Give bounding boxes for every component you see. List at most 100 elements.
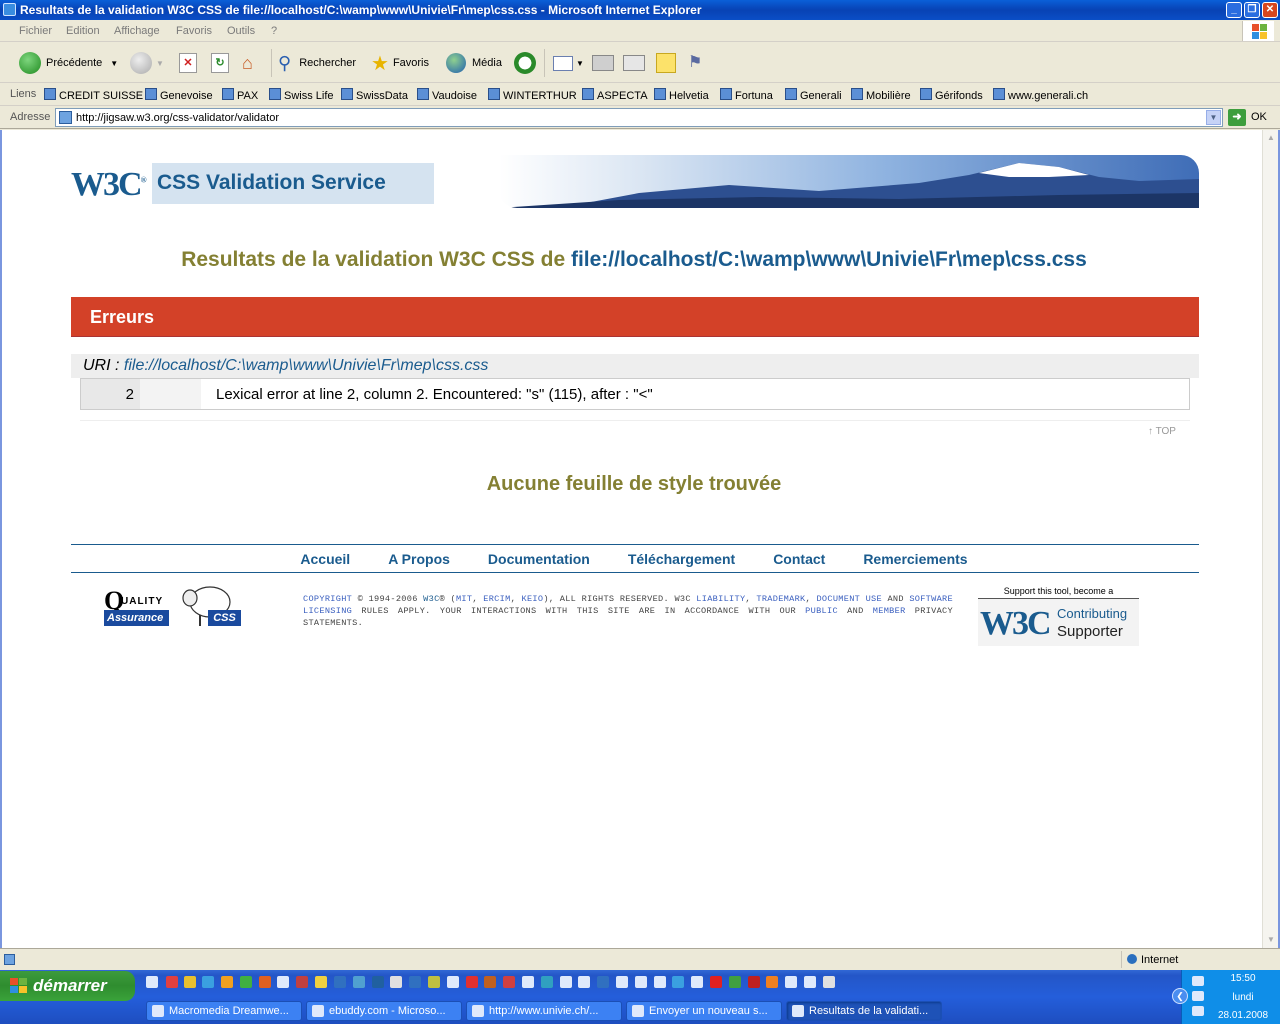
quick-launch-icon[interactable] (672, 976, 684, 988)
link-credit-suisse[interactable]: CREDIT SUISSE (44, 88, 143, 102)
scroll-down-icon[interactable]: ▼ (1264, 933, 1278, 947)
quick-launch-icon[interactable] (522, 976, 534, 988)
quick-launch-icon[interactable] (710, 976, 722, 988)
quick-launch-icon[interactable] (466, 976, 478, 988)
tray-icon[interactable] (1192, 1006, 1204, 1016)
nav-remerciements[interactable]: Remerciements (863, 551, 967, 567)
quick-launch-icon[interactable] (823, 976, 835, 988)
search-button[interactable]: ⚲ Rechercher (278, 49, 356, 77)
quick-launch-icon[interactable] (184, 976, 196, 988)
address-field[interactable]: ▼ (55, 108, 1223, 127)
link-aspecta[interactable]: ASPECTA (582, 88, 648, 102)
top-link[interactable]: ↑ TOP (1148, 426, 1176, 437)
nav-contact[interactable]: Contact (773, 551, 825, 567)
address-input[interactable] (76, 110, 1196, 125)
close-button[interactable]: ✕ (1262, 2, 1278, 18)
link-mobiliere[interactable]: Mobilière (851, 88, 911, 102)
mail-dropdown-icon[interactable]: ▼ (576, 59, 584, 68)
tray-icon[interactable] (1192, 976, 1204, 986)
home-button[interactable]: ⌂ (242, 49, 264, 77)
document-use-link[interactable]: DOCUMENT USE (816, 594, 882, 604)
quick-launch-icon[interactable] (428, 976, 440, 988)
favorites-button[interactable]: ★ Favoris (371, 49, 429, 77)
nav-telechargement[interactable]: Téléchargement (628, 551, 735, 567)
quick-launch-icon[interactable] (353, 976, 365, 988)
mail-button[interactable]: ▼ (553, 49, 584, 77)
start-button[interactable]: démarrer (0, 971, 135, 1001)
task-ebuddy[interactable]: ebuddy.com - Microso... (306, 1001, 462, 1021)
w3c-logo[interactable]: W3C® (71, 166, 147, 204)
link-helvetia[interactable]: Helvetia (654, 88, 709, 102)
go-arrow-icon[interactable]: ➜ (1228, 109, 1246, 126)
member-link[interactable]: MEMBER (873, 606, 906, 616)
link-gerifonds[interactable]: Gérifonds (920, 88, 983, 102)
liability-link[interactable]: LIABILITY (696, 594, 745, 604)
quick-launch-icon[interactable] (259, 976, 271, 988)
quick-launch-icon[interactable] (635, 976, 647, 988)
scroll-up-icon[interactable]: ▲ (1264, 131, 1278, 145)
stop-button[interactable]: ✕ (179, 49, 197, 77)
link-fortuna[interactable]: Fortuna (720, 88, 773, 102)
quality-assurance-logo[interactable]: Q UALITY Assurance CSS (104, 582, 244, 630)
tray-icon[interactable] (1192, 991, 1204, 1001)
quick-launch-icon[interactable] (372, 976, 384, 988)
vertical-scrollbar[interactable]: ▲ ▼ (1262, 130, 1278, 948)
keio-link[interactable]: KEIO (522, 594, 544, 604)
link-www-generali-ch[interactable]: www.generali.ch (993, 88, 1088, 102)
link-genevoise[interactable]: Genevoise (145, 88, 213, 102)
maximize-button[interactable]: ❐ (1244, 2, 1260, 18)
link-vaudoise[interactable]: Vaudoise (417, 88, 477, 102)
quick-launch-icon[interactable] (221, 976, 233, 988)
quick-launch-icon[interactable] (616, 976, 628, 988)
quick-launch-icon[interactable] (447, 976, 459, 988)
copyright-link[interactable]: COPYRIGHT (303, 594, 352, 604)
quick-launch-icon[interactable] (277, 976, 289, 988)
quick-launch-icon[interactable] (729, 976, 741, 988)
quick-launch-icon[interactable] (578, 976, 590, 988)
quick-launch-icon[interactable] (146, 976, 158, 988)
link-winterthur[interactable]: WINTERTHUR (488, 88, 577, 102)
messenger-button[interactable]: ⚑ (688, 49, 708, 77)
quick-launch-icon[interactable] (541, 976, 553, 988)
quick-launch-icon[interactable] (334, 976, 346, 988)
quick-launch-icon[interactable] (202, 976, 214, 988)
quick-launch-icon[interactable] (390, 976, 402, 988)
go-button[interactable]: OK (1251, 111, 1267, 123)
nav-a-propos[interactable]: A Propos (388, 551, 450, 567)
clock-time[interactable]: 15:50 (1212, 973, 1274, 984)
menu-fichier[interactable]: Fichier (19, 25, 52, 37)
quick-launch-icon[interactable] (804, 976, 816, 988)
refresh-button[interactable]: ↻ (211, 49, 229, 77)
forward-button[interactable]: ▼ (130, 49, 164, 77)
print-button[interactable] (592, 49, 614, 77)
menu-edition[interactable]: Edition (66, 25, 100, 37)
tray-expand-icon[interactable]: ❮ (1172, 988, 1188, 1004)
quick-launch-icon[interactable] (503, 976, 515, 988)
media-button[interactable]: Média (446, 49, 502, 77)
edit-button[interactable] (623, 49, 645, 77)
quick-launch-icon[interactable] (597, 976, 609, 988)
link-swissdata[interactable]: SwissData (341, 88, 408, 102)
quick-launch-icon[interactable] (748, 976, 760, 988)
quick-launch-icon[interactable] (296, 976, 308, 988)
quick-launch-icon[interactable] (166, 976, 178, 988)
history-button[interactable] (514, 49, 536, 77)
quick-launch-icon[interactable] (315, 976, 327, 988)
quick-launch-icon[interactable] (766, 976, 778, 988)
nav-accueil[interactable]: Accueil (300, 551, 350, 567)
quick-launch-icon[interactable] (691, 976, 703, 988)
back-button[interactable]: Précédente ▼ (19, 49, 118, 77)
back-dropdown-icon[interactable]: ▼ (110, 59, 118, 68)
address-dropdown-icon[interactable]: ▼ (1206, 110, 1221, 125)
link-pax[interactable]: PAX (222, 88, 258, 102)
quick-launch-icon[interactable] (409, 976, 421, 988)
quick-launch-icon[interactable] (560, 976, 572, 988)
task-univie[interactable]: http://www.univie.ch/... (466, 1001, 622, 1021)
ercim-link[interactable]: ERCIM (483, 594, 510, 604)
quick-launch-icon[interactable] (785, 976, 797, 988)
minimize-button[interactable]: _ (1226, 2, 1242, 18)
menu-help[interactable]: ? (271, 25, 277, 37)
link-swiss-life[interactable]: Swiss Life (269, 88, 334, 102)
link-generali[interactable]: Generali (785, 88, 842, 102)
discuss-button[interactable] (656, 49, 676, 77)
